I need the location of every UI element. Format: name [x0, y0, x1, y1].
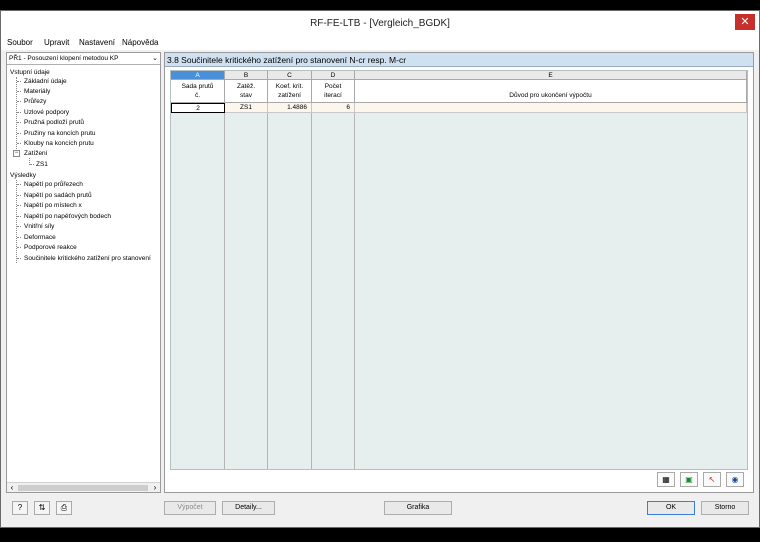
ok-button[interactable]: OK [647, 501, 695, 515]
filter-icon[interactable]: ▦ [657, 472, 675, 487]
scrollbar-thumb[interactable] [18, 485, 148, 491]
tree-item-nodal-supports[interactable]: Uzlové podpory [24, 108, 69, 117]
chevron-down-icon[interactable]: ⌄ [152, 53, 158, 65]
tree-item-member-foundations[interactable]: Pružná podloží prutů [24, 118, 84, 127]
tree-header-results[interactable]: Výsledky [10, 171, 36, 180]
tree-connector [17, 184, 21, 185]
details-button[interactable]: Detaily... [222, 501, 275, 515]
tree-header-input[interactable]: Vstupní údaje [10, 68, 50, 77]
tree-connector [17, 81, 21, 82]
tree-connector [17, 216, 21, 217]
menu-help[interactable]: Nápověda [122, 38, 158, 47]
cancel-button[interactable]: Storno [701, 501, 749, 515]
tree-connector [17, 101, 21, 102]
cell-load-case[interactable]: ZS1 [225, 103, 268, 113]
tree-connector [17, 205, 21, 206]
results-table: A B C D E Sada prutů č. Zatěž. stav Koef… [170, 70, 748, 470]
cell-iterations[interactable]: 6 [312, 103, 355, 113]
tree-connector [17, 91, 21, 92]
tree-connector [17, 258, 21, 259]
column-letter-e[interactable]: E [355, 71, 747, 80]
table-toolbar: ▦ ▣ ↖ ◉ [657, 472, 747, 488]
tree-item-materials[interactable]: Materiály [24, 87, 50, 96]
navigator-tree: Vstupní údaje Základní údaje Materiály P… [7, 68, 160, 478]
tree-connector [30, 164, 34, 165]
menu-file[interactable]: Soubor [7, 38, 33, 47]
grid-line [224, 113, 225, 469]
column-header-member-set: Sada prutů č. [171, 80, 225, 103]
tree-connector [17, 143, 21, 144]
tree-item-stress-by-x[interactable]: Napětí po místech x [24, 201, 82, 210]
tree-connector [17, 247, 21, 248]
print-icon[interactable]: ⎙ [56, 501, 72, 515]
grid-line [354, 113, 355, 469]
tree-item-stress-by-section[interactable]: Napětí po průřezech [24, 180, 83, 189]
tree-item-stress-by-set[interactable]: Napětí po sadách prutů [24, 191, 92, 200]
units-icon[interactable]: ⇅ [34, 501, 50, 515]
scroll-right-icon[interactable]: › [150, 483, 160, 493]
menu-edit[interactable]: Upravit [44, 38, 69, 47]
menu-bar: Soubor Upravit Nastavení Nápověda [1, 37, 759, 50]
tree-item-end-springs[interactable]: Pružiny na koncích prutu [24, 129, 96, 138]
horizontal-scrollbar[interactable]: ‹ › [7, 482, 160, 492]
tree-connector [17, 133, 21, 134]
collapse-icon[interactable]: − [13, 150, 20, 157]
tree-item-load-case-zs1[interactable]: ZS1 [36, 160, 48, 169]
table-title: 3.8 Součinitele kritického zatížení pro … [165, 53, 753, 67]
scroll-left-icon[interactable]: ‹ [7, 483, 17, 493]
close-button[interactable]: ✕ [735, 14, 755, 30]
app-window: RF-FE-LTB - [Vergleich_BGDK] ✕ Soubor Up… [0, 10, 760, 528]
tree-item-deformations[interactable]: Deformace [24, 233, 56, 242]
grid-line [311, 113, 312, 469]
calculate-button[interactable]: Výpočet [164, 501, 216, 515]
tree-item-critical-load-factors[interactable]: Součinitele kritického zatížení pro stan… [24, 254, 151, 263]
select-member-icon[interactable]: ↖ [703, 472, 721, 487]
column-header-critical-factor: Koef. krit. zatížení [268, 80, 312, 103]
export-excel-icon[interactable]: ▣ [680, 472, 698, 487]
column-header-termination-reason: Důvod pro ukončení výpočtu [355, 80, 747, 103]
bottom-button-bar: ? ⇅ ⎙ Výpočet Detaily... Grafika OK Stor… [1, 495, 759, 527]
tree-connector [16, 180, 17, 263]
results-panel: 3.8 Součinitele kritického zatížení pro … [164, 52, 754, 493]
cell-termination-reason[interactable] [355, 103, 747, 113]
navigator-panel: PŘ1 - Posouzení klopení metodou KP ⌄ Vst… [6, 52, 161, 493]
tree-item-sections[interactable]: Průřezy [24, 97, 46, 106]
column-header-iterations: Počet iterací [312, 80, 355, 103]
tree-connector [17, 226, 21, 227]
column-letter-c[interactable]: C [268, 71, 312, 80]
column-letter-a[interactable]: A [171, 71, 225, 80]
help-icon[interactable]: ? [12, 501, 28, 515]
module-select[interactable]: PŘ1 - Posouzení klopení metodou KP ⌄ [7, 53, 160, 65]
title-bar[interactable]: RF-FE-LTB - [Vergleich_BGDK] ✕ [1, 11, 759, 37]
column-letter-d[interactable]: D [312, 71, 355, 80]
column-header-load-case: Zatěž. stav [225, 80, 268, 103]
graphics-button[interactable]: Grafika [384, 501, 452, 515]
tree-connector [17, 112, 21, 113]
menu-settings[interactable]: Nastavení [79, 38, 115, 47]
window-title: RF-FE-LTB - [Vergleich_BGDK] [310, 18, 450, 29]
tree-item-end-hinges[interactable]: Klouby na koncích prutu [24, 139, 94, 148]
grid-line [267, 113, 268, 469]
view-icon[interactable]: ◉ [726, 472, 744, 487]
tree-connector [17, 122, 21, 123]
tree-item-basic-data[interactable]: Základní údaje [24, 77, 67, 86]
column-letter-b[interactable]: B [225, 71, 268, 80]
tree-connector [17, 237, 21, 238]
tree-item-loads[interactable]: Zatížení [24, 149, 47, 158]
tree-item-support-reactions[interactable]: Podporové reakce [24, 243, 77, 252]
tree-item-stress-by-points[interactable]: Napětí po napěťových bodech [24, 212, 111, 221]
tree-connector [17, 195, 21, 196]
cell-member-set[interactable]: 2 [171, 103, 225, 113]
module-select-value: PŘ1 - Posouzení klopení metodou KP [9, 55, 119, 62]
cell-critical-factor[interactable]: 1.4886 [268, 103, 312, 113]
tree-item-internal-forces[interactable]: Vnitřní síly [24, 222, 54, 231]
